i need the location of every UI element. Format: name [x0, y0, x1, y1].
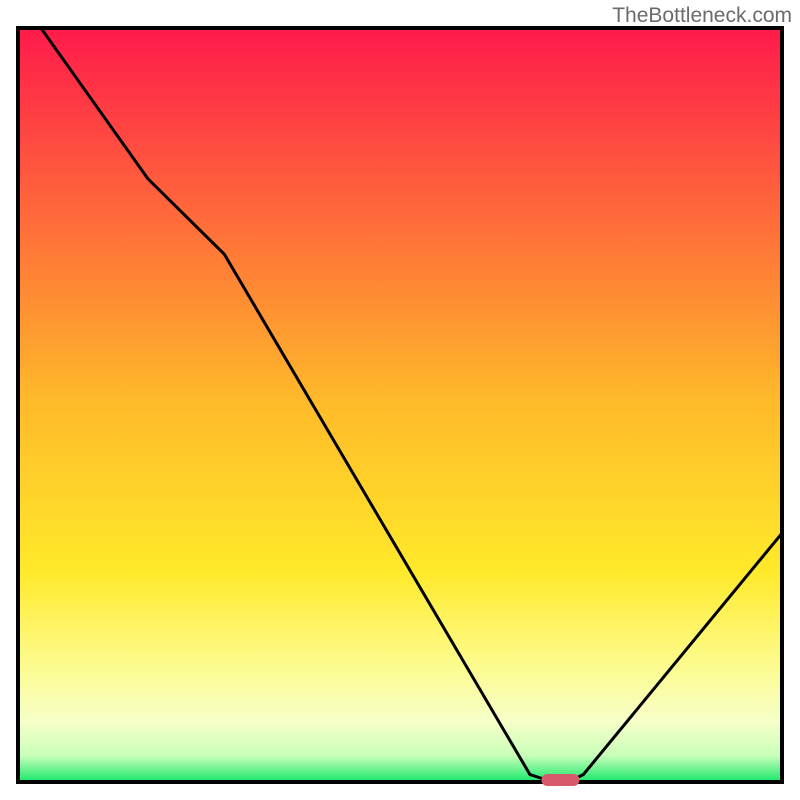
watermark-text: TheBottleneck.com — [612, 4, 792, 28]
plot-background — [18, 28, 782, 782]
chart-container: TheBottleneck.com — [0, 0, 800, 800]
optimal-marker — [541, 774, 579, 786]
bottleneck-chart — [0, 0, 800, 800]
